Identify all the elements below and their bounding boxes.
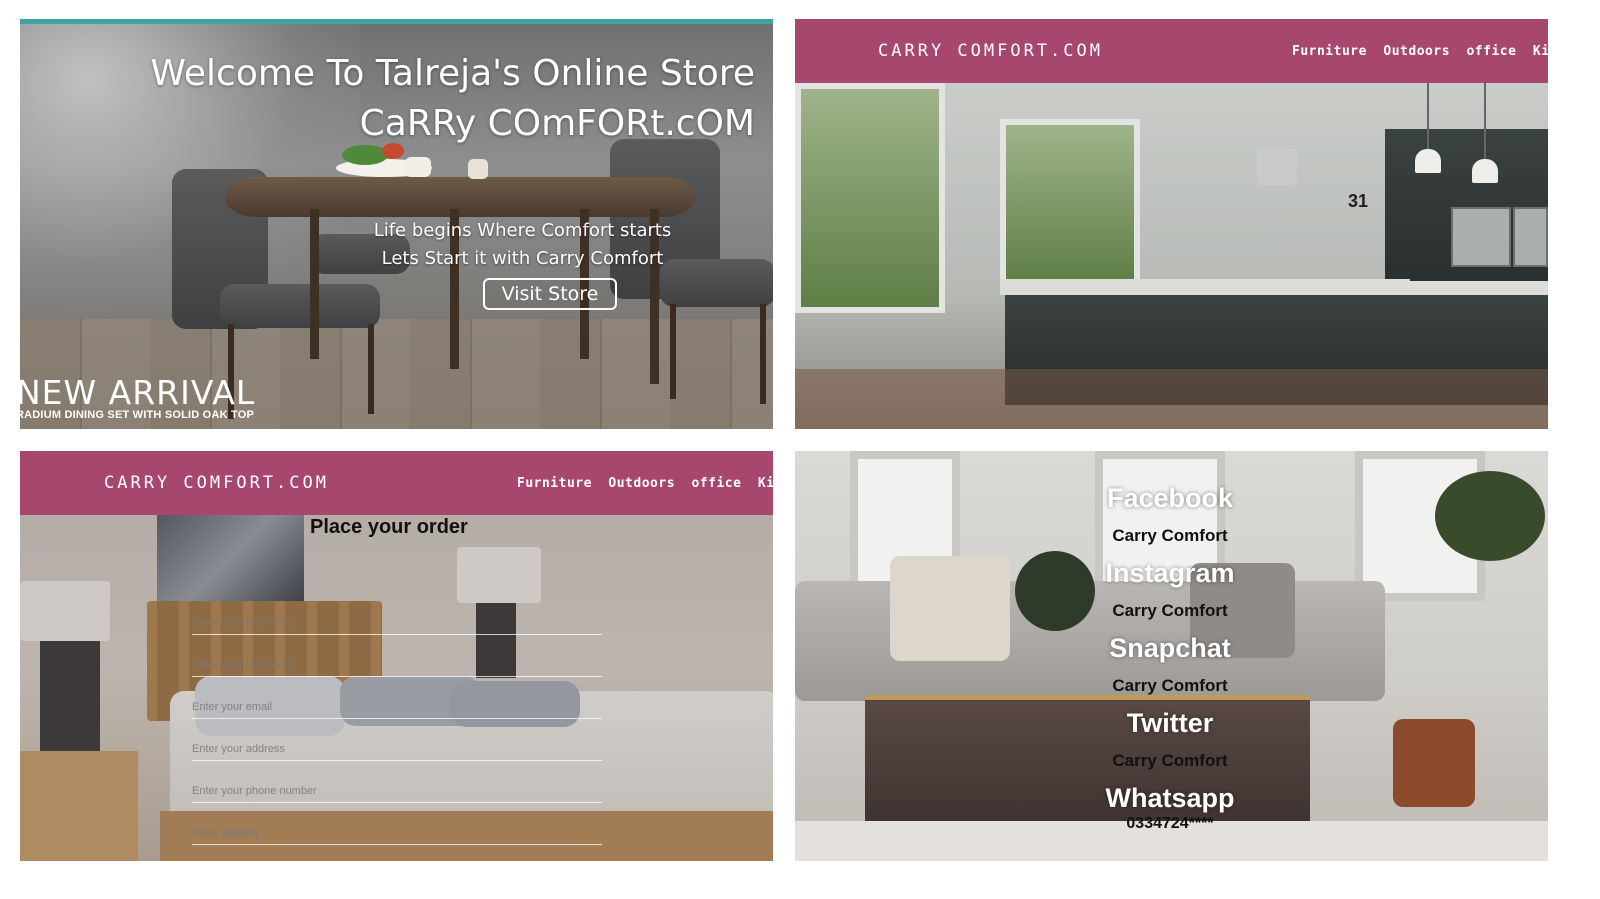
- order-panel: CARRY COMFORT.COM Furniture Outdoors off…: [20, 451, 773, 861]
- nav-link-outdoors[interactable]: Outdoors: [1383, 44, 1450, 59]
- furniture-panel: 31 CARRY COMFORT.COM Furniture Outdoors …: [795, 19, 1548, 429]
- nav-menu: Furniture Outdoors office Kids: [517, 451, 773, 516]
- nav-menu: Furniture Outdoors office Kids: [1292, 19, 1548, 84]
- chair-leg: [368, 324, 374, 414]
- store-title: Welcome To Talreja's Online Store CaRRy …: [150, 49, 755, 150]
- pendant-lamp: [1472, 159, 1498, 183]
- email-field: [192, 695, 602, 719]
- first-name-field: [192, 611, 602, 635]
- navbar: CARRY COMFORT.COM Furniture Outdoors off…: [795, 19, 1548, 83]
- address-input[interactable]: [192, 737, 602, 760]
- whatsapp-number: 0334724****: [1126, 815, 1214, 832]
- chair-leg: [670, 304, 676, 399]
- brand-logo[interactable]: CARRY COMFORT.COM: [104, 451, 329, 515]
- whatsapp-label[interactable]: Whatsapp: [1050, 781, 1290, 815]
- island-top: [1305, 281, 1548, 295]
- phone-input[interactable]: [192, 779, 602, 802]
- overlay: [20, 515, 773, 861]
- nav-link-office[interactable]: office: [691, 476, 741, 491]
- contact-panel: Facebook Carry Comfort Instagram Carry C…: [795, 451, 1548, 861]
- nav-link-furniture[interactable]: Furniture: [1292, 44, 1367, 59]
- cup: [405, 157, 431, 177]
- order-form-title: Place your order: [310, 516, 468, 538]
- jar: [468, 159, 488, 179]
- plant: [1435, 471, 1545, 561]
- quantity-field: [192, 821, 602, 845]
- email-input[interactable]: [192, 695, 602, 718]
- social-contacts: Facebook Carry Comfort Instagram Carry C…: [1050, 481, 1290, 833]
- quantity-input[interactable]: [192, 821, 602, 844]
- floor: [795, 369, 1548, 429]
- snapchat-handle: Carry Comfort: [1112, 676, 1228, 695]
- tagline-line-1: Life begins Where Comfort starts: [373, 220, 672, 241]
- knit-cushion: [890, 556, 1010, 661]
- nav-link-kids[interactable]: Kids: [758, 476, 773, 491]
- twitter-label[interactable]: Twitter: [1050, 706, 1290, 740]
- new-arrival-heading: NEW ARRIVAL: [20, 373, 256, 412]
- nav-link-office[interactable]: office: [1466, 44, 1516, 59]
- tagline-line-2: Lets Start it with Carry Comfort: [381, 248, 664, 269]
- nav-link-furniture[interactable]: Furniture: [517, 476, 592, 491]
- address-field: [192, 737, 602, 761]
- leather-bag: [1393, 719, 1475, 807]
- window: [1000, 119, 1140, 289]
- instagram-label[interactable]: Instagram: [1050, 556, 1290, 590]
- instagram-handle: Carry Comfort: [1112, 601, 1228, 620]
- facebook-handle: Carry Comfort: [1112, 526, 1228, 545]
- range-hood: [1257, 149, 1297, 185]
- nav-link-kids[interactable]: Kids: [1533, 44, 1548, 59]
- chair-leg: [760, 304, 766, 404]
- last-name-input[interactable]: [192, 653, 602, 676]
- navbar: CARRY COMFORT.COM Furniture Outdoors off…: [20, 451, 773, 515]
- nav-link-outdoors[interactable]: Outdoors: [608, 476, 675, 491]
- first-name-input[interactable]: [192, 611, 602, 634]
- oven: [1451, 207, 1511, 267]
- clock-number: 31: [1348, 191, 1369, 211]
- dining-chair-seat: [220, 284, 380, 328]
- pendant-lamp: [1415, 149, 1441, 173]
- lamp-wire: [1484, 83, 1486, 163]
- visit-store-button[interactable]: Visit Store: [483, 278, 617, 310]
- oven: [1513, 207, 1548, 267]
- phone-field: [192, 779, 602, 803]
- new-arrival-caption: RADIUM DINING SET WITH SOLID OAK TOP: [20, 409, 254, 421]
- dining-table: [225, 177, 695, 217]
- welcome-heading: Welcome To Talreja's Online Store: [150, 53, 755, 94]
- brand-heading: CaRRy COmFORt.cOM: [359, 103, 755, 145]
- last-name-field: [192, 653, 602, 677]
- table-leg: [310, 209, 319, 359]
- window: [795, 83, 945, 313]
- home-panel: Welcome To Talreja's Online Store CaRRy …: [20, 19, 773, 429]
- accent-line: [20, 19, 773, 24]
- brand-logo[interactable]: CARRY COMFORT.COM: [878, 19, 1103, 83]
- facebook-label[interactable]: Facebook: [1050, 481, 1290, 515]
- snapchat-label[interactable]: Snapchat: [1050, 631, 1290, 665]
- twitter-handle: Carry Comfort: [1112, 751, 1228, 770]
- lamp-wire: [1427, 83, 1429, 153]
- tagline: Life begins Where Comfort starts Lets St…: [320, 217, 725, 273]
